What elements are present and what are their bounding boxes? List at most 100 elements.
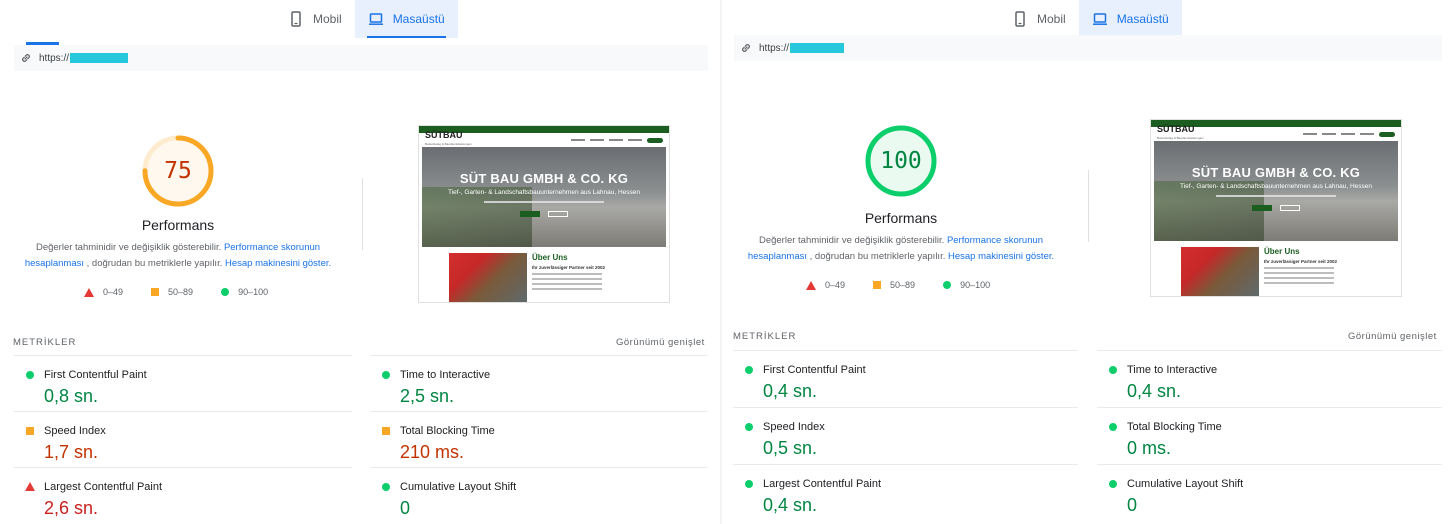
metric-cumulative-layout-shift: Cumulative Layout Shift 0 bbox=[370, 467, 708, 523]
metric-largest-contentful-paint: Largest Contentful Paint 0,4 sn. bbox=[733, 464, 1078, 521]
metric-name: Speed Index bbox=[763, 421, 825, 433]
triangle-icon bbox=[84, 287, 94, 297]
calculator-link[interactable]: Hesap makinesini göster. bbox=[948, 251, 1054, 262]
metric-name: Speed Index bbox=[44, 425, 106, 437]
laptop-icon bbox=[368, 13, 383, 25]
metric-name: Cumulative Layout Shift bbox=[1127, 478, 1244, 490]
metric-name: Largest Contentful Paint bbox=[44, 481, 163, 493]
legend-average: 50–89 bbox=[151, 287, 193, 297]
desc-text-2: , doğrudan bu metriklerle yapılır. bbox=[809, 251, 946, 262]
right-report-panel: Mobil Masaüstü https:// 100 Performans D… bbox=[722, 0, 1455, 524]
metric-speed-index: Speed Index 0,5 sn. bbox=[733, 407, 1078, 464]
triangle-icon bbox=[806, 280, 816, 290]
metric-name: Cumulative Layout Shift bbox=[400, 481, 517, 493]
performance-score-gauge: 75 bbox=[142, 135, 214, 207]
circle-icon bbox=[382, 371, 390, 379]
metric-name: Time to Interactive bbox=[1127, 364, 1218, 376]
performance-score-gauge: 100 bbox=[865, 125, 937, 197]
tab-mobile-label: Mobil bbox=[1037, 12, 1066, 26]
circle-icon bbox=[745, 366, 753, 374]
phone-icon bbox=[1015, 11, 1025, 27]
legend-poor: 0–49 bbox=[806, 280, 845, 290]
screenshot-hero: SÜT BAU GMBH & CO. KG Tief-, Garten- & L… bbox=[422, 147, 666, 247]
section-divider bbox=[1088, 170, 1089, 242]
tab-desktop-label: Masaüstü bbox=[1116, 12, 1169, 26]
circle-icon bbox=[26, 371, 34, 379]
tab-desktop-label: Masaüstü bbox=[392, 12, 445, 26]
square-icon bbox=[26, 427, 34, 435]
metric-total-blocking-time: Total Blocking Time 0 ms. bbox=[1097, 407, 1442, 464]
metrics-title: METRİKLER bbox=[733, 331, 797, 342]
desc-text-1: Değerler tahminidir ve değişiklik göster… bbox=[758, 235, 945, 246]
circle-icon bbox=[382, 483, 390, 491]
circle-icon bbox=[1109, 423, 1117, 431]
legend-good: 90–100 bbox=[943, 280, 990, 290]
calculator-link[interactable]: Hesap makinesini göster. bbox=[225, 258, 331, 269]
tab-mobile[interactable]: Mobil bbox=[999, 0, 1079, 38]
metric-value: 0 ms. bbox=[1127, 438, 1172, 458]
screenshot-image bbox=[1181, 247, 1259, 296]
page-screenshot: SÜTBAU Bodenbelag & Baudienstleistungen S… bbox=[1150, 119, 1402, 297]
url-text: https:// bbox=[759, 42, 790, 54]
metric-name: First Contentful Paint bbox=[763, 364, 866, 376]
tab-desktop[interactable]: Masaüstü bbox=[1078, 0, 1182, 38]
circle-icon bbox=[745, 480, 753, 488]
score-value: 100 bbox=[880, 148, 922, 174]
score-legend: 0–49 50–89 90–100 bbox=[84, 287, 296, 297]
square-icon bbox=[382, 427, 390, 435]
circle-icon bbox=[745, 423, 753, 431]
screenshot-image bbox=[449, 253, 527, 302]
section-divider bbox=[362, 178, 363, 250]
circle-icon bbox=[1109, 480, 1117, 488]
phone-icon bbox=[291, 11, 301, 27]
metric-value: 210 ms. bbox=[400, 442, 465, 462]
url-bar[interactable]: https:// bbox=[14, 45, 708, 71]
metric-value: 0 bbox=[1127, 495, 1138, 515]
metric-value: 0,4 sn. bbox=[763, 381, 818, 401]
metric-largest-contentful-paint: Largest Contentful Paint 2,6 sn. bbox=[14, 467, 352, 523]
metric-cumulative-layout-shift: Cumulative Layout Shift 0 bbox=[1097, 464, 1442, 521]
link-icon bbox=[742, 44, 750, 52]
expand-view-button[interactable]: Görünümü genişlet bbox=[616, 337, 705, 348]
url-redaction bbox=[70, 53, 129, 63]
url-redaction bbox=[790, 43, 845, 53]
legend-good: 90–100 bbox=[221, 287, 268, 297]
left-report-panel: Mobil Masaüstü https:// 75 Performans De… bbox=[0, 0, 720, 524]
triangle-icon bbox=[25, 482, 35, 491]
link-icon bbox=[22, 54, 30, 62]
url-text: https:// bbox=[39, 52, 70, 64]
metric-name: Total Blocking Time bbox=[1127, 421, 1222, 433]
device-tabs: Mobil Masaüstü bbox=[999, 0, 1182, 38]
tab-mobile[interactable]: Mobil bbox=[275, 0, 355, 38]
metric-first-contentful-paint: First Contentful Paint 0,8 sn. bbox=[14, 355, 352, 411]
metric-value: 1,7 sn. bbox=[44, 442, 99, 462]
square-icon bbox=[873, 281, 882, 289]
legend-poor: 0–49 bbox=[84, 287, 123, 297]
circle-icon bbox=[1109, 366, 1117, 374]
desc-text-1: Değerler tahminidir ve değişiklik göster… bbox=[35, 242, 222, 253]
expand-view-button[interactable]: Görünümü genişlet bbox=[1348, 331, 1437, 342]
performance-label: Performans bbox=[141, 217, 215, 233]
tab-desktop[interactable]: Masaüstü bbox=[354, 0, 458, 38]
score-legend: 0–49 50–89 90–100 bbox=[806, 280, 1018, 290]
metric-total-blocking-time: Total Blocking Time 210 ms. bbox=[370, 411, 708, 467]
laptop-icon bbox=[1092, 13, 1107, 25]
legend-average: 50–89 bbox=[873, 280, 915, 290]
performance-label: Performans bbox=[864, 210, 938, 226]
device-tabs: Mobil Masaüstü bbox=[275, 0, 458, 38]
metric-speed-index: Speed Index 1,7 sn. bbox=[14, 411, 352, 467]
screenshot-hero: SÜT BAU GMBH & CO. KG Tief-, Garten- & L… bbox=[1154, 141, 1398, 241]
metric-value: 2,5 sn. bbox=[400, 386, 455, 406]
metric-value: 0,5 sn. bbox=[763, 438, 818, 458]
score-value: 75 bbox=[164, 158, 192, 184]
metric-name: Largest Contentful Paint bbox=[763, 478, 882, 490]
metric-value: 0,8 sn. bbox=[44, 386, 99, 406]
metric-time-to-interactive: Time to Interactive 2,5 sn. bbox=[370, 355, 708, 411]
url-bar[interactable]: https:// bbox=[734, 35, 1442, 61]
metric-value: 0 bbox=[400, 498, 411, 518]
metric-name: Time to Interactive bbox=[400, 369, 491, 381]
circle-icon bbox=[943, 281, 952, 289]
metric-name: Total Blocking Time bbox=[400, 425, 495, 437]
metric-value: 0,4 sn. bbox=[763, 495, 818, 515]
metric-first-contentful-paint: First Contentful Paint 0,4 sn. bbox=[733, 350, 1078, 407]
